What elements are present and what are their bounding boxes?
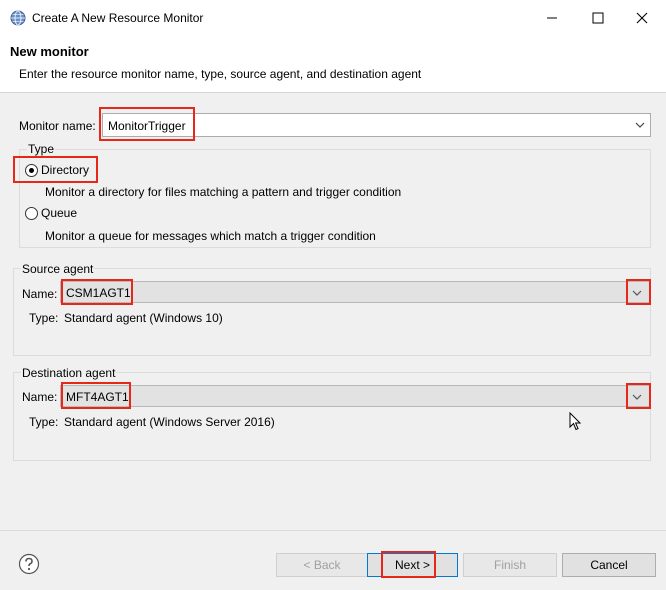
queue-radio[interactable] [25,207,38,220]
source-type-label: Type: [29,311,59,325]
highlight-monitor-name [99,107,195,141]
wizard-banner [0,36,666,93]
close-button[interactable] [622,0,662,36]
highlight-destination-agent [61,382,131,409]
destination-agent-legend: Destination agent [21,366,117,380]
mouse-cursor-icon [569,412,582,431]
destination-type-label: Type: [29,415,59,429]
queue-description: Monitor a queue for messages which match… [45,229,376,243]
source-agent-legend: Source agent [21,262,95,276]
cancel-button[interactable]: Cancel [562,553,656,577]
help-icon[interactable] [18,553,40,575]
highlight-source-dropdown [626,279,651,305]
footer-divider [0,530,666,531]
highlight-directory [13,156,98,183]
back-button[interactable]: < Back [276,553,368,577]
page-title: New monitor [10,44,89,59]
source-type-value: Standard agent (Windows 10) [64,311,223,325]
maximize-button[interactable] [578,0,618,36]
destination-agent-combo[interactable]: MFT4AGT1 [60,385,651,407]
minimize-button[interactable] [532,0,572,36]
close-icon [636,12,648,24]
finish-button[interactable]: Finish [463,553,557,577]
source-agent-combo[interactable]: CSM1AGT1 [60,281,651,303]
destination-name-label: Name: [22,390,58,404]
destination-type-value: Standard agent (Windows Server 2016) [64,415,275,429]
chevron-down-icon[interactable] [634,120,646,130]
source-name-label: Name: [22,287,58,301]
type-legend: Type [27,142,56,156]
maximize-icon [592,12,604,24]
page-description: Enter the resource monitor name, type, s… [19,67,422,81]
minimize-icon [547,17,557,19]
globe-icon [10,10,26,26]
window-title: Create A New Resource Monitor [32,11,204,25]
highlight-source-agent [61,279,133,305]
directory-description: Monitor a directory for files matching a… [45,185,402,199]
queue-radio-label[interactable]: Queue [41,206,77,220]
monitor-name-label: Monitor name: [19,119,96,133]
highlight-destination-dropdown [626,383,651,409]
highlight-next [381,551,436,578]
